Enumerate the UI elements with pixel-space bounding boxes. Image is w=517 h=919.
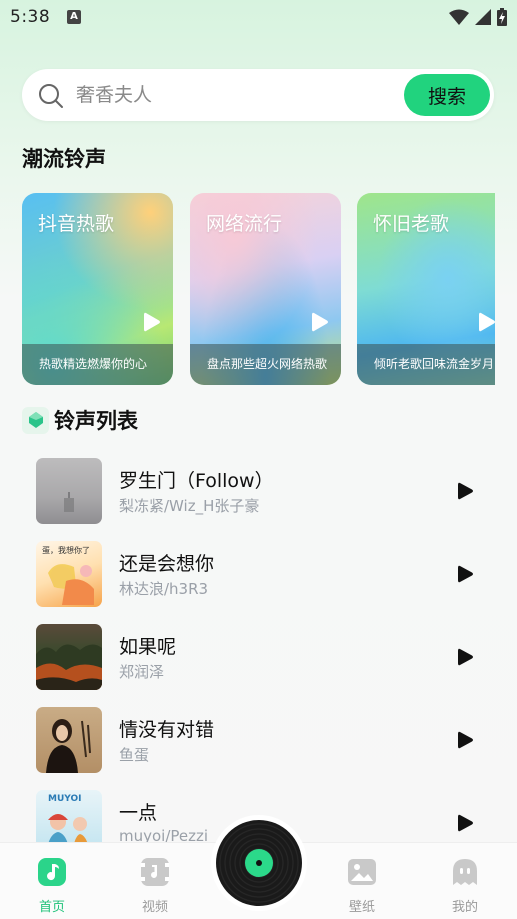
ringtone-list-title: 铃声列表 xyxy=(54,409,138,433)
video-music-icon xyxy=(141,858,169,886)
list-item[interactable]: 情没有对错 鱼蛋 xyxy=(36,707,486,773)
tab-label: 视频 xyxy=(141,900,168,915)
image-icon xyxy=(348,859,376,885)
play-icon xyxy=(312,312,328,332)
song-artist: 郑润泽 xyxy=(119,663,165,681)
song-title: 如果呢 xyxy=(119,636,177,658)
ringtone-list-header: 铃声列表 xyxy=(22,405,138,435)
search-input[interactable] xyxy=(76,82,396,108)
song-artist: 林达浪/h3R3 xyxy=(119,580,209,598)
card-title: 怀旧老歌 xyxy=(373,213,450,235)
notification-badge: A xyxy=(67,10,81,24)
album-cover: MUYOI xyxy=(36,790,102,842)
song-artist: 鱼蛋 xyxy=(119,746,150,764)
album-cover xyxy=(36,458,102,524)
play-icon xyxy=(144,312,160,332)
song-artist: 梨冻紧/Wiz_H张子豪 xyxy=(119,497,260,515)
status-time: 5:38 xyxy=(10,7,51,27)
album-cover-text: 蛋，我想你了 xyxy=(42,546,90,555)
record-hole xyxy=(256,860,262,866)
signal-icon xyxy=(475,9,491,25)
ghost-icon xyxy=(453,859,477,885)
album-cover xyxy=(36,707,102,773)
tab-mine[interactable]: 我的 xyxy=(435,843,495,919)
trending-card-classic[interactable]: 怀旧老歌 倾听老歌回味流金岁月 xyxy=(357,193,495,385)
search-button[interactable]: 搜索 xyxy=(404,74,490,116)
tab-label: 壁纸 xyxy=(348,900,375,915)
trending-card-douyin[interactable]: 抖音热歌 热歌精选燃爆你的心 xyxy=(22,193,173,385)
trending-section-title: 潮流铃声 xyxy=(22,147,106,171)
list-item[interactable]: 蛋，我想你了 还是会想你 林达浪/h3R3 xyxy=(36,541,486,607)
player-button[interactable] xyxy=(211,815,307,911)
play-icon[interactable] xyxy=(455,812,475,834)
gem-icon xyxy=(22,406,49,434)
card-subtitle: 盘点那些超火网络热歌 xyxy=(190,344,341,385)
search-bar: 搜索 xyxy=(22,69,494,121)
card-subtitle: 倾听老歌回味流金岁月 xyxy=(357,344,495,385)
list-item[interactable]: 罗生门（Follow） 梨冻紧/Wiz_H张子豪 xyxy=(36,458,486,524)
song-title: 一点 xyxy=(119,802,158,824)
tab-label: 我的 xyxy=(451,900,478,915)
tab-home[interactable]: 首页 xyxy=(22,843,82,919)
music-note-icon xyxy=(38,858,66,886)
battery-charging-icon xyxy=(497,8,507,26)
record-label xyxy=(245,849,273,877)
play-icon[interactable] xyxy=(455,729,475,751)
card-title: 抖音热歌 xyxy=(38,213,115,235)
play-icon[interactable] xyxy=(455,646,475,668)
song-artist: muyoi/Pezzi xyxy=(119,827,209,842)
trending-cards: 抖音热歌 热歌精选燃爆你的心 网络流行 盘点那些超火网络热歌 怀旧老歌 倾听老歌… xyxy=(22,193,495,386)
card-subtitle: 热歌精选燃爆你的心 xyxy=(22,344,173,385)
wifi-icon xyxy=(449,9,469,25)
vinyl-record-icon xyxy=(216,820,302,906)
song-title: 还是会想你 xyxy=(119,553,215,575)
card-title: 网络流行 xyxy=(206,213,283,235)
trending-card-network[interactable]: 网络流行 盘点那些超火网络热歌 xyxy=(190,193,341,385)
tab-label: 首页 xyxy=(38,900,65,915)
list-item[interactable]: 如果呢 郑润泽 xyxy=(36,624,486,690)
tab-wallpaper[interactable]: 壁纸 xyxy=(332,843,392,919)
play-icon[interactable] xyxy=(455,480,475,502)
song-title: 罗生门（Follow） xyxy=(119,470,274,492)
album-cover xyxy=(36,624,102,690)
song-title: 情没有对错 xyxy=(119,719,215,741)
play-icon[interactable] xyxy=(455,563,475,585)
album-cover: 蛋，我想你了 xyxy=(36,541,102,607)
tab-video[interactable]: 视频 xyxy=(125,843,185,919)
play-icon xyxy=(479,312,495,332)
status-bar: 5:38 A xyxy=(0,0,517,36)
album-cover-text: MUYOI xyxy=(48,794,82,804)
search-icon xyxy=(39,84,63,108)
status-icons xyxy=(449,8,507,26)
